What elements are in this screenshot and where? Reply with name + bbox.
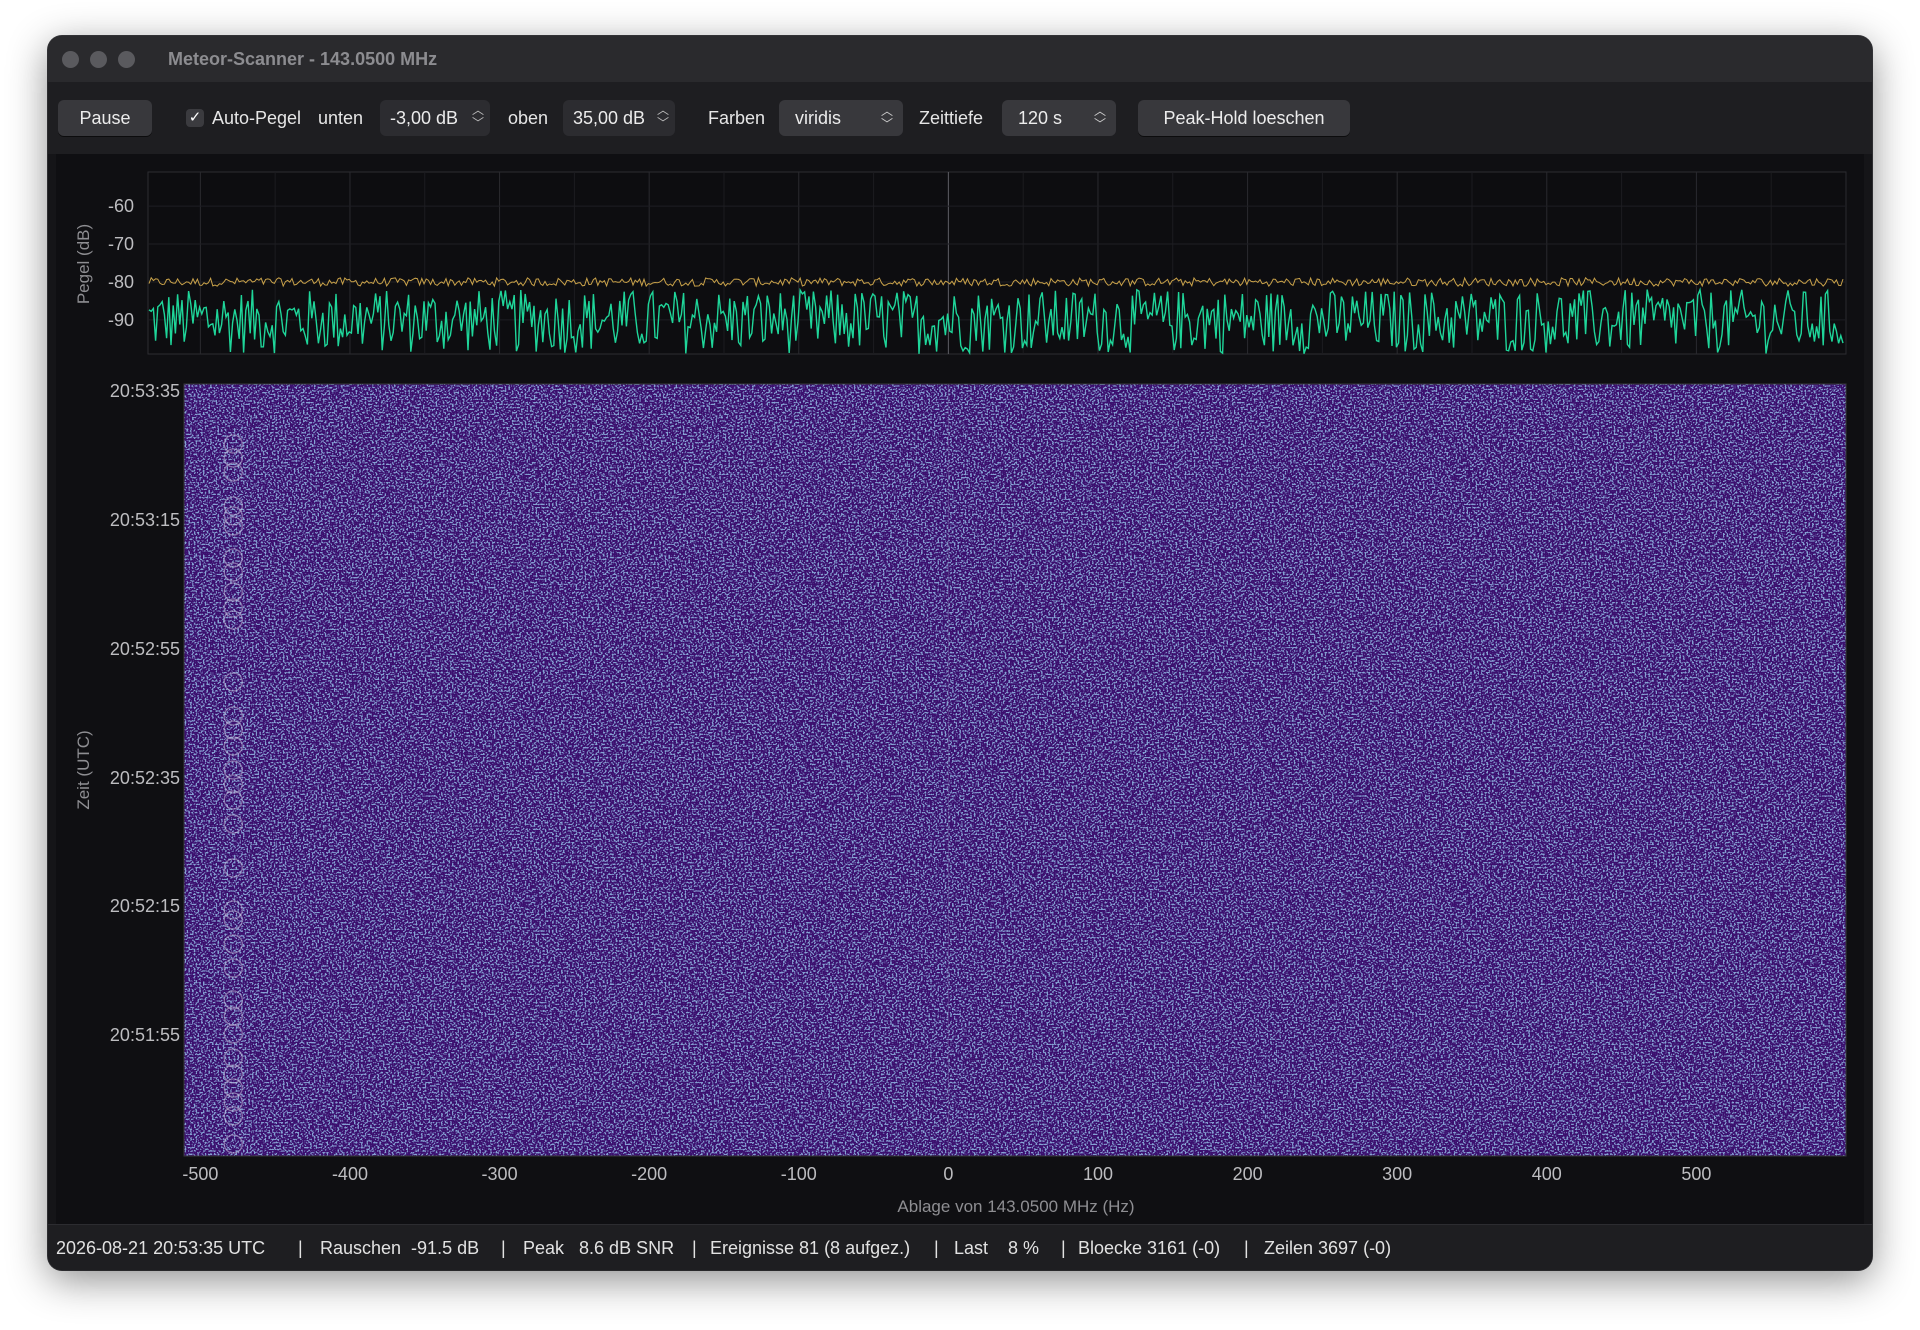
app-window: Meteor-Scanner - 143.0500 MHz Pause ✓ Au… xyxy=(48,36,1872,1270)
title-bar: Meteor-Scanner - 143.0500 MHz xyxy=(48,36,1872,83)
upper-level-spinbox[interactable]: 35,00 dB ︿ ﹀ xyxy=(563,100,675,136)
waterfall-x-axis-label: Ablage von 143.0500 MHz (Hz) xyxy=(897,1197,1134,1216)
spectrum-y-tick-label: -60 xyxy=(108,196,134,216)
x-tick-label: 100 xyxy=(1083,1164,1113,1184)
time-depth-value: 120 s xyxy=(1018,108,1063,128)
spectrum-panel: -60 -70 -80 -90 Pegel (dB) xyxy=(74,171,1847,356)
pause-button[interactable]: Pause xyxy=(58,100,152,136)
lower-level-spinbox[interactable]: -3,00 dB ︿ ﹀ xyxy=(380,100,490,136)
waterfall-y-tick-label: 20:53:35 xyxy=(110,381,180,401)
close-window-button[interactable] xyxy=(62,51,79,68)
status-separator: | xyxy=(298,1238,303,1258)
toolbar: Pause ✓ Auto-Pegel unten -3,00 dB ︿ ﹀ obe… xyxy=(48,82,1872,154)
status-events: Ereignisse 81 (8 aufgez.) xyxy=(710,1238,911,1258)
x-tick-label: -200 xyxy=(631,1164,667,1184)
spectrum-y-ticks: -60 -70 -80 -90 xyxy=(108,196,134,330)
waterfall-y-tick-label: 20:52:35 xyxy=(110,768,180,788)
colormap-value: viridis xyxy=(795,108,842,128)
x-tick-label: 400 xyxy=(1532,1164,1562,1184)
x-tick-label: 0 xyxy=(943,1164,953,1184)
waterfall-y-ticks: 20:53:35 20:53:15 20:52:55 20:52:35 20:52:15… xyxy=(110,381,180,1045)
status-blocks: Bloecke 3161 (-0) xyxy=(1078,1238,1221,1258)
waterfall-y-tick-label: 20:52:55 xyxy=(110,639,180,659)
waterfall-y-axis-label: Zeit (UTC) xyxy=(74,730,93,809)
auto-level-checkbox[interactable]: ✓ Auto-Pegel xyxy=(186,82,301,154)
status-bar: 2026-08-21 20:53:35 UTC | Rauschen -91.5… xyxy=(48,1224,1872,1270)
status-separator: | xyxy=(501,1238,506,1258)
stepper-arrows-icon[interactable]: ︿ ﹀ xyxy=(657,104,669,130)
status-separator: | xyxy=(1244,1238,1249,1258)
status-separator: | xyxy=(934,1238,939,1258)
x-tick-label: -300 xyxy=(482,1164,518,1184)
chevron-updown-icon: ︿ ﹀ xyxy=(1093,104,1106,131)
spectrum-waterfall-plot[interactable]: -60 -70 -80 -90 Pegel (dB) 20:53:35 20:53:15… xyxy=(56,154,1864,1224)
waterfall-y-tick-label: 20:53:15 xyxy=(110,510,180,530)
time-depth-select[interactable]: 120 s ︿ ﹀ xyxy=(1002,100,1116,136)
waterfall-y-tick-label: 20:51:55 xyxy=(110,1025,180,1045)
x-tick-label: 300 xyxy=(1382,1164,1412,1184)
x-tick-label: 500 xyxy=(1681,1164,1711,1184)
status-timestamp: 2026-08-21 20:53:35 UTC xyxy=(56,1238,266,1258)
colors-label: Farben xyxy=(708,107,766,128)
checkmark-icon: ✓ xyxy=(186,109,204,127)
x-tick-label: 200 xyxy=(1233,1164,1263,1184)
upper-label: oben xyxy=(508,107,549,128)
spectrum-y-axis-label: Pegel (dB) xyxy=(74,224,93,304)
status-separator: | xyxy=(692,1238,697,1258)
clear-peak-hold-button[interactable]: Peak-Hold loeschen xyxy=(1138,100,1350,136)
colormap-select[interactable]: viridis ︿ ﹀ xyxy=(779,100,903,136)
lower-label: unten xyxy=(318,107,364,128)
plot-area: -60 -70 -80 -90 Pegel (dB) 20:53:35 20:53:15… xyxy=(56,154,1864,1224)
spectrum-y-tick-label: -70 xyxy=(108,234,134,254)
status-peak: Peak 8.6 dB SNR xyxy=(523,1238,675,1258)
window-title: Meteor-Scanner - 143.0500 MHz xyxy=(168,49,438,69)
waterfall-panel: 20:53:35 20:53:15 20:52:55 20:52:35 20:52:15… xyxy=(74,381,1847,1216)
x-tick-label: -500 xyxy=(182,1164,218,1184)
spectrum-y-tick-label: -80 xyxy=(108,272,134,292)
auto-level-label: Auto-Pegel xyxy=(212,107,302,128)
minimize-window-button[interactable] xyxy=(90,51,107,68)
status-load: Last 8 % xyxy=(954,1238,1040,1258)
waterfall-x-ticks: -500 -400 -300 -200 -100 0 100 200 300 400 500 xyxy=(182,1164,1711,1184)
lower-level-value: -3,00 dB xyxy=(390,108,459,128)
chevron-updown-icon: ︿ ﹀ xyxy=(880,104,893,131)
upper-level-value: 35,00 dB xyxy=(573,108,646,128)
stepper-arrows-icon[interactable]: ︿ ﹀ xyxy=(472,104,484,130)
x-tick-label: -100 xyxy=(781,1164,817,1184)
x-tick-label: -400 xyxy=(332,1164,368,1184)
status-noise: Rauschen -91.5 dB xyxy=(320,1238,480,1258)
waterfall-noise xyxy=(184,384,1846,1156)
status-rows: Zeilen 3697 (-0) xyxy=(1264,1238,1392,1258)
status-separator: | xyxy=(1061,1238,1066,1258)
spectrum-y-tick-label: -90 xyxy=(108,310,134,330)
depth-label: Zeittiefe xyxy=(919,107,984,128)
waterfall-y-tick-label: 20:52:15 xyxy=(110,896,180,916)
zoom-window-button[interactable] xyxy=(118,51,135,68)
